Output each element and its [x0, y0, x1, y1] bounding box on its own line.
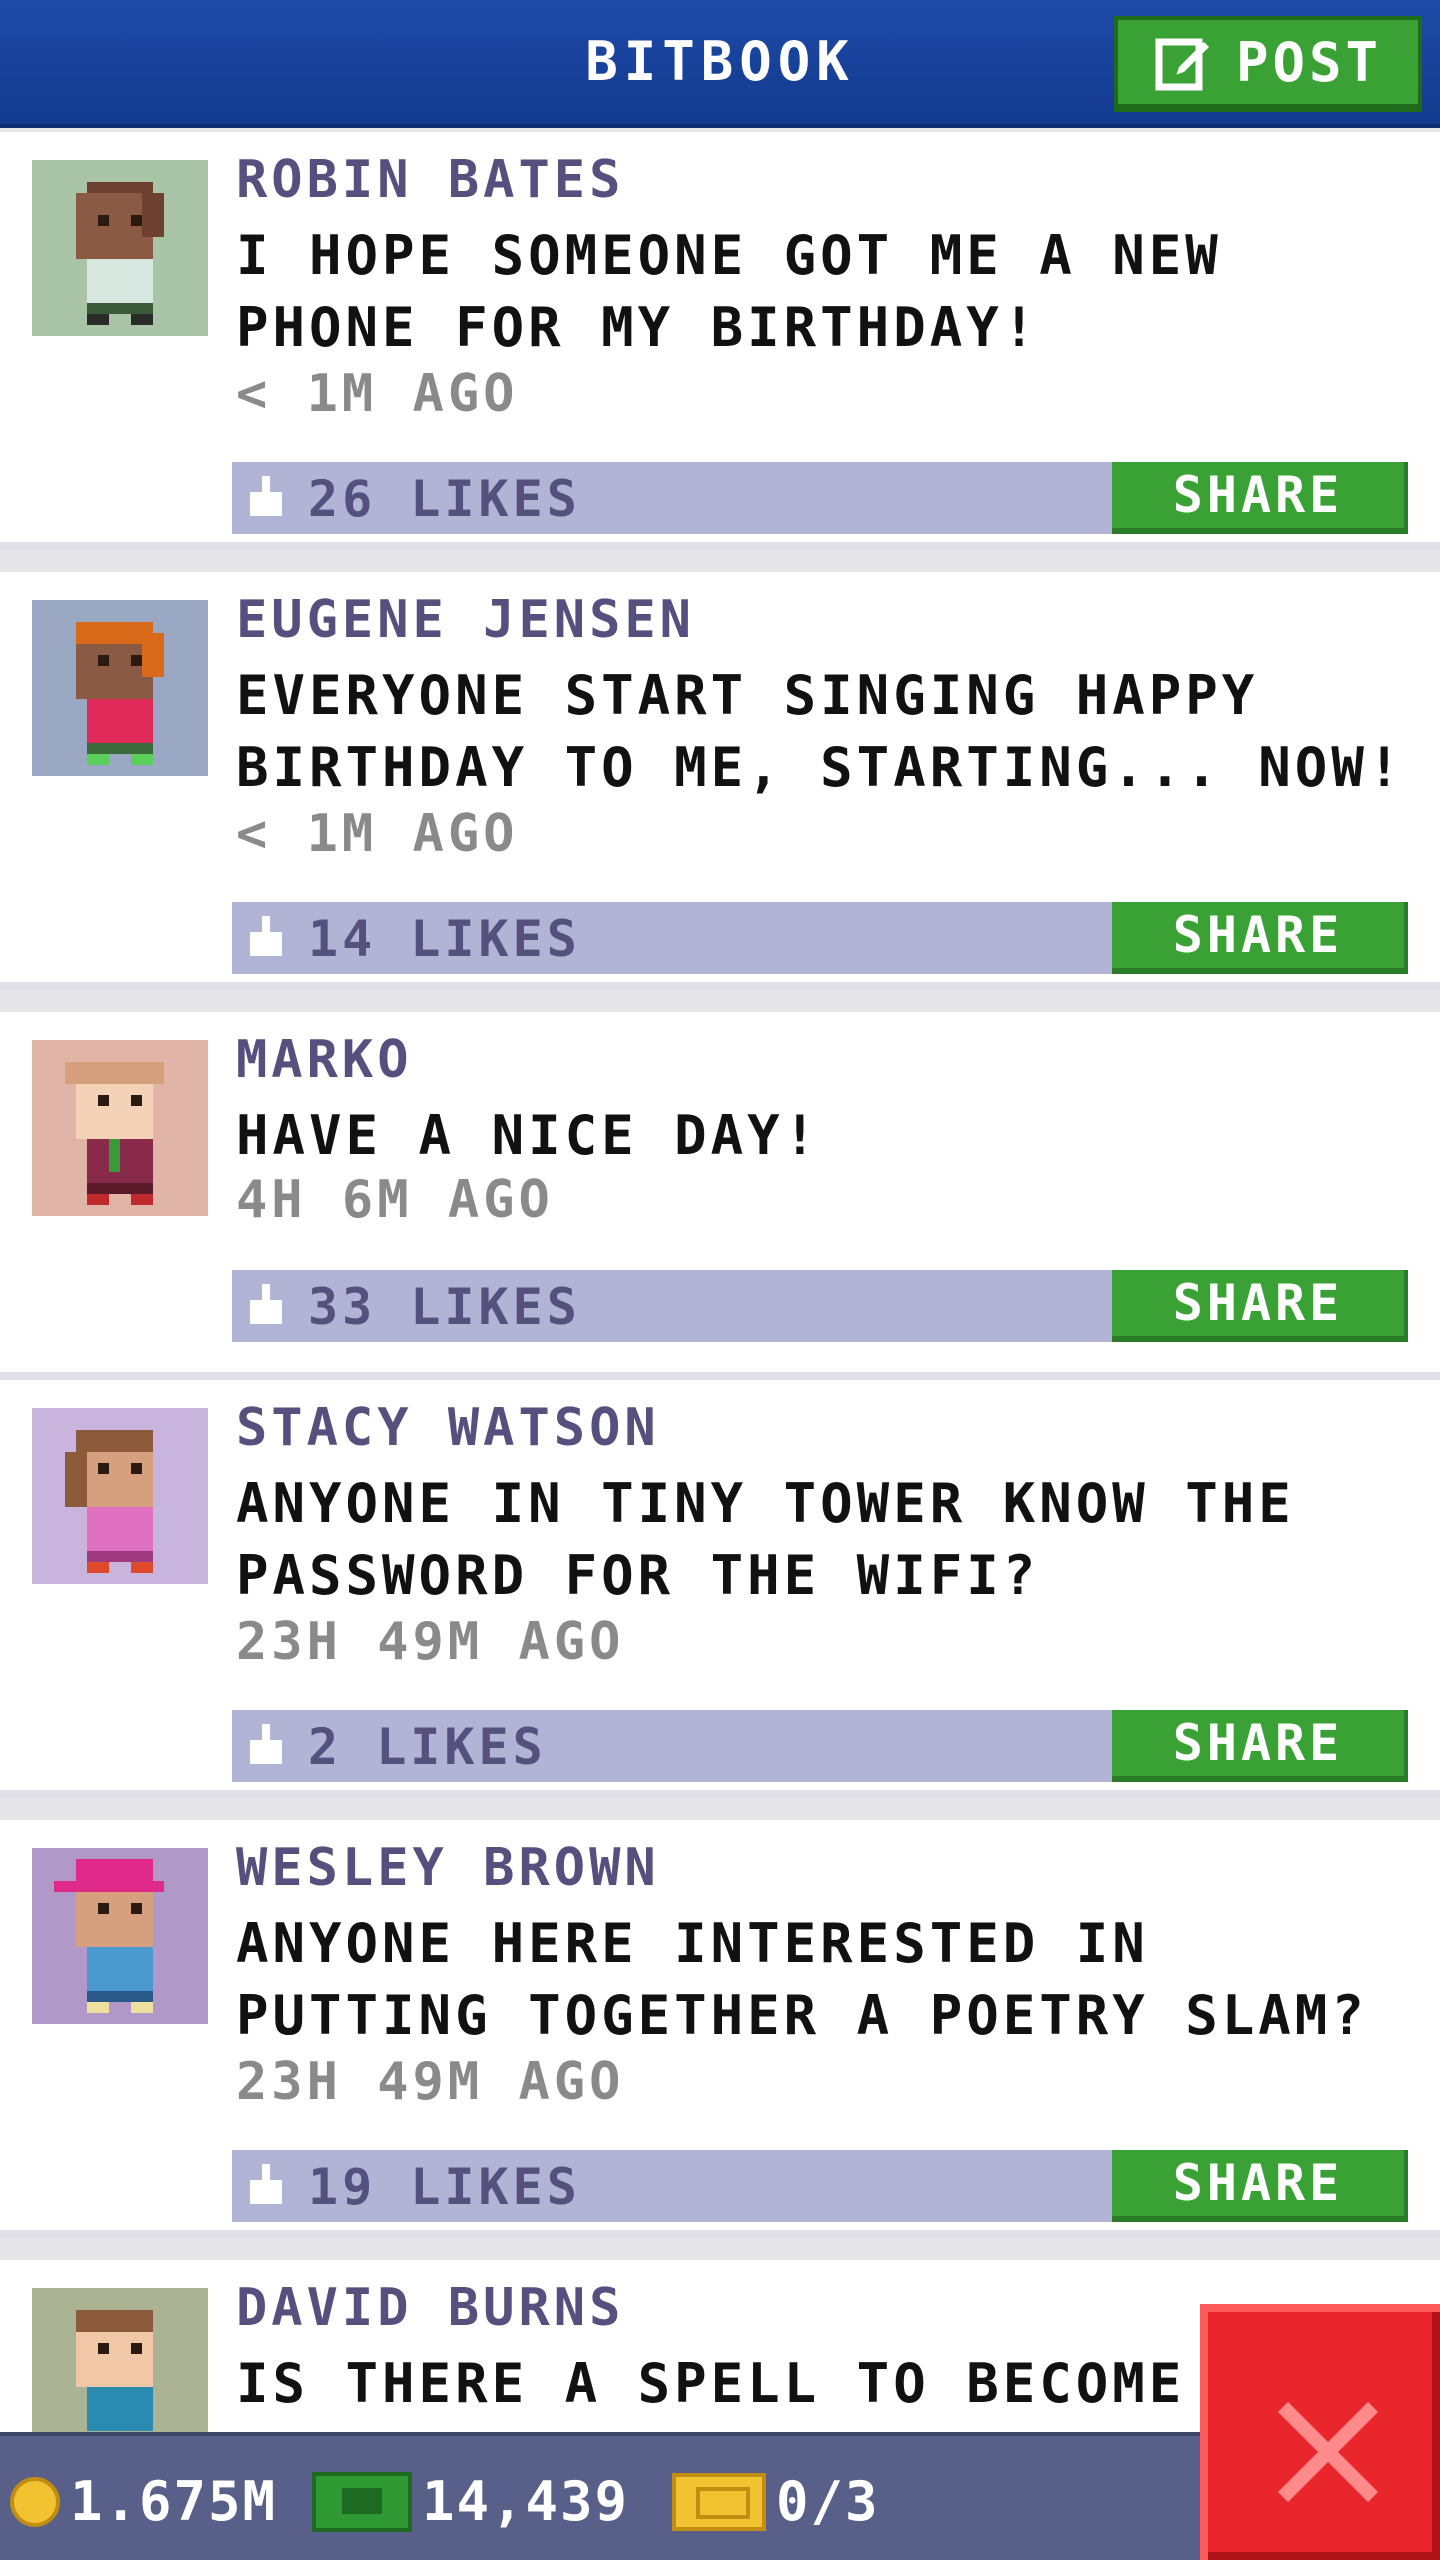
- thumbs-up-icon[interactable]: [246, 2164, 286, 2208]
- thumbs-up-icon[interactable]: [246, 916, 286, 960]
- like-count: 2 LIKES: [308, 1718, 547, 1776]
- post-message: EVERYONE START SINGING HAPPY BIRTHDAY TO…: [236, 664, 1405, 799]
- like-count: 26 LIKES: [308, 470, 581, 528]
- avatar: [32, 2288, 208, 2432]
- coins-value: 1.675M: [70, 2470, 278, 2533]
- like-bar: 14 LIKES SHARE: [232, 902, 1408, 974]
- share-button[interactable]: SHARE: [1112, 2150, 1408, 2222]
- like-bar: 33 LIKES SHARE: [232, 1270, 1408, 1342]
- thumbs-up-icon[interactable]: [246, 476, 286, 520]
- post-button[interactable]: POST: [1114, 16, 1422, 112]
- post-author[interactable]: ROBIN BATES: [236, 150, 624, 210]
- share-button[interactable]: SHARE: [1112, 462, 1408, 534]
- tickets-display: 0/3: [672, 2470, 880, 2533]
- avatar: [32, 1040, 208, 1216]
- like-bar: 26 LIKES SHARE: [232, 462, 1408, 534]
- thumbs-up-icon[interactable]: [246, 1724, 286, 1768]
- post-card: EUGENE JENSEN EVERYONE START SINGING HAP…: [0, 572, 1440, 990]
- post-timestamp: 23H 49M AGO: [236, 2052, 625, 2112]
- post-button-label: POST: [1235, 30, 1383, 94]
- avatar: [32, 1848, 208, 2024]
- post-author[interactable]: EUGENE JENSEN: [236, 590, 695, 650]
- like-count: 33 LIKES: [308, 1278, 581, 1336]
- avatar: [32, 160, 208, 336]
- post-card: ROBIN BATES I HOPE SOMEONE GOT ME A NEW …: [0, 132, 1440, 550]
- post-card: STACY WATSON ANYONE IN TINY TOWER KNOW T…: [0, 1380, 1440, 1798]
- app-header: BITBOOK POST: [0, 0, 1440, 128]
- like-count: 19 LIKES: [308, 2158, 581, 2216]
- bux-display: 14,439: [312, 2470, 629, 2533]
- bux-icon: [312, 2471, 412, 2532]
- tickets-value: 0/3: [776, 2470, 880, 2533]
- ticket-icon: [672, 2472, 766, 2531]
- thumbs-up-icon[interactable]: [246, 1284, 286, 1328]
- bux-value: 14,439: [422, 2470, 630, 2533]
- like-count: 14 LIKES: [308, 910, 581, 968]
- post-author[interactable]: WESLEY BROWN: [236, 1838, 660, 1898]
- post-message: ANYONE HERE INTERESTED IN PUTTING TOGETH…: [236, 1912, 1368, 2047]
- post-author[interactable]: STACY WATSON: [236, 1398, 660, 1458]
- avatar: [32, 600, 208, 776]
- coins-display: 1.675M: [10, 2470, 277, 2533]
- post-message: HAVE A NICE DAY!: [236, 1104, 821, 1167]
- avatar: [32, 1408, 208, 1584]
- like-bar: 19 LIKES SHARE: [232, 2150, 1408, 2222]
- post-author[interactable]: MARKO: [236, 1030, 413, 1090]
- post-message: I HOPE SOMEONE GOT ME A NEW PHONE FOR MY…: [236, 224, 1222, 359]
- post-timestamp: < 1M AGO: [236, 364, 519, 424]
- share-button[interactable]: SHARE: [1112, 1710, 1408, 1782]
- post-author[interactable]: DAVID BURNS: [236, 2278, 624, 2338]
- share-button[interactable]: SHARE: [1112, 1270, 1408, 1342]
- post-card: WESLEY BROWN ANYONE HERE INTERESTED IN P…: [0, 1820, 1440, 2238]
- feed[interactable]: ROBIN BATES I HOPE SOMEONE GOT ME A NEW …: [0, 132, 1440, 2432]
- post-timestamp: 23H 49M AGO: [236, 1612, 625, 1672]
- post-message: ANYONE IN TINY TOWER KNOW THE PASSWORD F…: [236, 1472, 1295, 1607]
- post-card: MARKO HAVE A NICE DAY! 4H 6M AGO 33 LIKE…: [0, 1012, 1440, 1380]
- like-bar: 2 LIKES SHARE: [232, 1710, 1408, 1782]
- post-timestamp: 4H 6M AGO: [236, 1170, 554, 1230]
- post-timestamp: < 1M AGO: [236, 804, 519, 864]
- share-button[interactable]: SHARE: [1112, 902, 1408, 974]
- coin-icon: [10, 2476, 60, 2527]
- close-button[interactable]: [1200, 2304, 1440, 2560]
- edit-icon: [1155, 38, 1209, 91]
- close-icon: [1278, 2402, 1378, 2502]
